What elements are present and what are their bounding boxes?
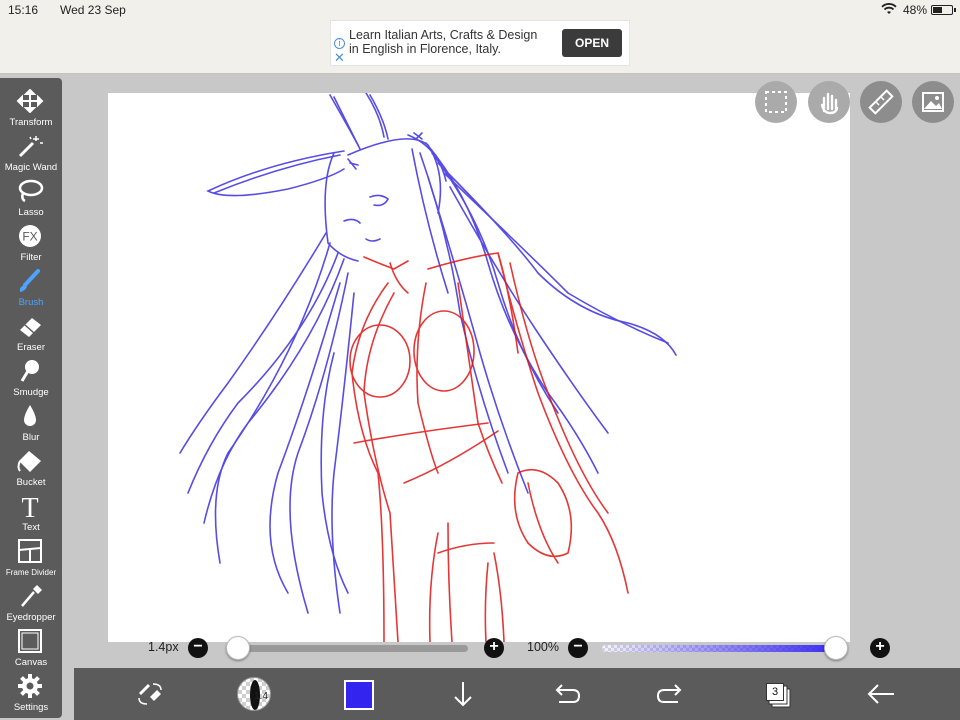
- brush-size-readout: 1.4px: [148, 640, 179, 654]
- canvas-icon: [18, 629, 42, 653]
- back-arrow-icon[interactable]: [864, 678, 898, 710]
- ad-open-button[interactable]: OPEN: [562, 29, 622, 57]
- info-icon[interactable]: i: [334, 38, 345, 49]
- tool-frame-divider[interactable]: Frame Divider: [0, 532, 62, 577]
- brush-size-slider[interactable]: [236, 645, 468, 652]
- brush-icon: [19, 269, 40, 292]
- brush-size-number: 1.4: [254, 691, 268, 702]
- tool-text[interactable]: T Text: [0, 487, 62, 533]
- wifi-icon: [881, 3, 897, 18]
- hand-button[interactable]: [808, 81, 850, 123]
- image-button[interactable]: [912, 81, 954, 123]
- close-icon[interactable]: ✕: [334, 50, 345, 66]
- eyedropper-icon: [21, 585, 42, 607]
- brush-size-knob[interactable]: [226, 636, 250, 660]
- tool-transform[interactable]: Transform: [0, 82, 62, 128]
- layer-count: 3: [766, 683, 784, 701]
- tool-magic-wand[interactable]: Magic Wand: [0, 127, 62, 173]
- tool-sidebar: Transform Magic Wand Lasso FX Filter Bru…: [0, 78, 62, 718]
- hand-icon: [820, 92, 839, 115]
- ad-banner[interactable]: i ✕ Learn Italian Arts, Crafts & Design …: [330, 20, 630, 66]
- opacity-knob[interactable]: [824, 636, 848, 660]
- fx-icon: FX: [19, 225, 41, 247]
- tool-eyedropper[interactable]: Eyedropper: [0, 577, 62, 623]
- lasso-icon: [18, 179, 44, 203]
- selection-icon: [765, 91, 787, 113]
- slider-strip: 1.4px − + 100% − +: [62, 632, 960, 666]
- opacity-readout: 100%: [527, 640, 559, 654]
- drawing-canvas[interactable]: [108, 93, 850, 642]
- brush-preview[interactable]: 1.4: [237, 677, 271, 711]
- opacity-slider[interactable]: [602, 645, 844, 652]
- layers-button[interactable]: 3: [762, 678, 796, 710]
- tool-smudge[interactable]: Smudge: [0, 352, 62, 398]
- tool-lasso[interactable]: Lasso: [0, 172, 62, 218]
- status-time: 15:16: [8, 3, 39, 17]
- ruler-icon: [868, 89, 894, 115]
- color-swatch[interactable]: [344, 680, 374, 710]
- tool-blur[interactable]: Blur: [0, 397, 62, 443]
- opacity-increase-button[interactable]: +: [870, 638, 890, 658]
- tool-eraser[interactable]: Eraser: [0, 307, 62, 353]
- ad-line1: Learn Italian Arts, Crafts & Design: [349, 28, 538, 42]
- tool-canvas[interactable]: Canvas: [0, 622, 62, 668]
- bucket-icon: [17, 451, 41, 472]
- battery-icon: [931, 5, 956, 15]
- frame-divider-icon: [18, 539, 42, 563]
- bottom-toolbar: 1.4 3: [74, 668, 960, 720]
- tool-bucket[interactable]: Bucket: [0, 442, 62, 488]
- eraser-icon: [20, 318, 41, 337]
- ad-area: i ✕ Learn Italian Arts, Crafts & Design …: [0, 20, 960, 74]
- text-icon: T: [21, 494, 38, 518]
- ad-line2: in English in Florence, Italy.: [349, 42, 501, 56]
- sketch-artwork: [179, 93, 677, 642]
- svg-text:T: T: [21, 494, 38, 518]
- tool-settings[interactable]: Settings: [0, 667, 62, 713]
- tool-label: Frame Divider: [5, 568, 57, 577]
- tool-filter[interactable]: FX Filter: [0, 217, 62, 263]
- undo-icon[interactable]: [549, 678, 583, 710]
- download-arrow-icon[interactable]: [446, 678, 480, 710]
- tool-label: Settings: [13, 702, 49, 713]
- status-bar: 15:16 Wed 23 Sep 48%: [0, 0, 960, 20]
- gear-icon: [18, 674, 42, 698]
- svg-text:FX: FX: [22, 230, 37, 244]
- brush-size-increase-button[interactable]: +: [484, 638, 504, 658]
- redo-icon[interactable]: [654, 678, 688, 710]
- brush-size-decrease-button[interactable]: −: [188, 638, 208, 658]
- image-icon: [922, 92, 944, 112]
- smudge-icon: [20, 360, 39, 382]
- status-date: Wed 23 Sep: [60, 3, 126, 17]
- tool-brush[interactable]: Brush: [0, 262, 62, 308]
- blur-drop-icon: [24, 405, 36, 426]
- move-arrows-icon: [16, 89, 44, 113]
- ruler-button[interactable]: [860, 81, 902, 123]
- ad-copy: Learn Italian Arts, Crafts & Design in E…: [349, 28, 559, 56]
- magic-wand-icon: [18, 136, 43, 158]
- selection-button[interactable]: [755, 81, 797, 123]
- battery-percent: 48%: [903, 3, 928, 17]
- opacity-decrease-button[interactable]: −: [568, 638, 588, 658]
- swap-brush-eraser-icon[interactable]: [133, 678, 167, 710]
